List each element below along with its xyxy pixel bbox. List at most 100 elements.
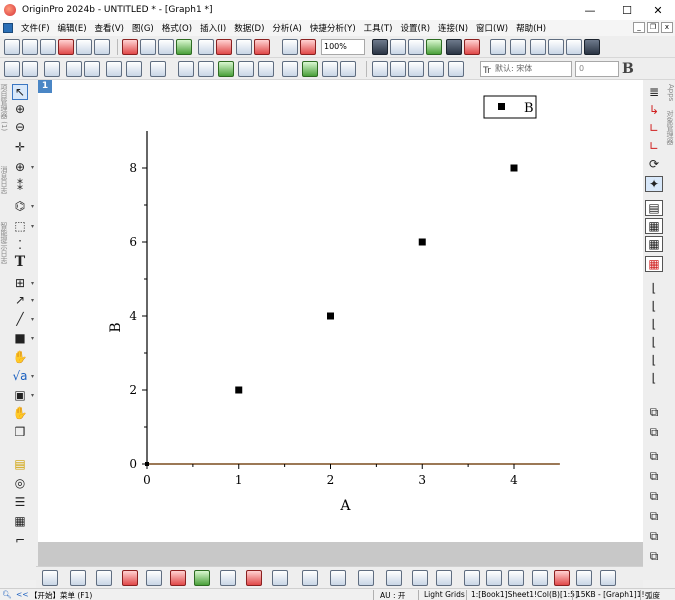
error-bar-plot-icon[interactable] (170, 570, 186, 586)
search-icon[interactable]: 🔍︎ (2, 590, 12, 599)
column-plot-icon[interactable] (122, 570, 138, 586)
swap-mask-icon[interactable] (508, 570, 524, 586)
menu-file[interactable]: 文件(F) (17, 22, 54, 34)
frame-4-icon[interactable]: ⌊ (645, 334, 663, 350)
3d-surface-icon[interactable] (330, 570, 346, 586)
open-icon[interactable] (158, 39, 174, 55)
data-point[interactable] (418, 238, 426, 246)
more-plots-icon[interactable] (600, 570, 616, 586)
font-size-combo[interactable]: 0 (575, 61, 619, 77)
menu-edit[interactable]: 编辑(E) (54, 22, 91, 34)
mdi-minimize-button[interactable]: _ (633, 22, 645, 33)
draw-data-icon[interactable]: ⁚ (12, 237, 28, 253)
legend[interactable]: B (483, 95, 537, 119)
zoom-in-tool-icon[interactable]: ⊕ (12, 101, 28, 117)
copy-page-icon[interactable] (408, 39, 424, 55)
axes-y-icon[interactable]: ∟ (645, 138, 663, 154)
line-plot-icon[interactable] (42, 570, 58, 586)
3d-scatter-icon[interactable] (386, 570, 402, 586)
arrange-4-icon[interactable]: ⧉ (645, 468, 663, 484)
new-layout-icon[interactable] (122, 39, 138, 55)
project-explorer-tab[interactable]: 项目管理器 (1) (0, 84, 9, 131)
menu-graph[interactable]: 图(G) (128, 22, 158, 34)
add-table-icon[interactable] (198, 61, 214, 77)
frame-2-icon[interactable]: ⌊ (645, 298, 663, 314)
stack-layers-icon[interactable]: ≣ (645, 84, 663, 100)
data-point[interactable] (145, 462, 149, 466)
plot-setup-icon[interactable] (302, 61, 318, 77)
script-window-icon[interactable] (584, 39, 600, 55)
arrange-5-icon[interactable]: ⧉ (645, 488, 663, 504)
zoom-out-tool-icon[interactable]: ⊖ (12, 119, 28, 135)
mdi-restore-button[interactable]: ❐ (647, 22, 659, 33)
close-button[interactable]: ✕ (641, 0, 675, 20)
frame-5-icon[interactable]: ⌊ (645, 352, 663, 368)
new-notes-icon[interactable] (140, 39, 156, 55)
scale-tool-icon[interactable]: ✛ (12, 139, 28, 155)
add-date-icon[interactable] (218, 61, 234, 77)
smart-hint-tab[interactable]: 智能提示日志 (0, 222, 9, 264)
new-workbook-icon[interactable] (40, 39, 56, 55)
bold-button[interactable]: B (622, 61, 634, 77)
layout-4-icon[interactable]: ▦ (645, 256, 663, 272)
code-window-icon[interactable] (566, 39, 582, 55)
frame-6-icon[interactable]: ⌊ (645, 370, 663, 386)
menu-format[interactable]: 格式(O) (158, 22, 196, 34)
pointer-tool-icon[interactable]: ↖ (12, 84, 28, 100)
axes-xy-icon[interactable]: ↳ (645, 102, 663, 118)
print-icon[interactable] (372, 39, 388, 55)
layout-3-icon[interactable]: ▦ (645, 236, 663, 252)
scatter-plot[interactable]: 0 1 2 3 4 0 2 4 6 8 A B B (38, 80, 643, 542)
data-point[interactable] (327, 312, 334, 320)
save-project-icon[interactable] (236, 39, 252, 55)
menu-analysis[interactable]: 分析(A) (268, 22, 305, 34)
data-point[interactable] (510, 164, 518, 172)
document-icon[interactable] (3, 23, 13, 33)
arrange-7-icon[interactable]: ⧉ (645, 528, 663, 544)
axes[interactable]: 0 1 2 3 4 0 2 4 6 8 A B (108, 131, 560, 514)
3d-ribbon-icon[interactable] (412, 570, 428, 586)
3d-bar-icon[interactable] (302, 570, 318, 586)
group-icon[interactable] (340, 61, 356, 77)
mask-plot-icon[interactable] (464, 570, 480, 586)
zoom-out-axis-icon[interactable] (84, 61, 100, 77)
unmask-plot-icon[interactable] (486, 570, 502, 586)
stock-plot-icon[interactable] (246, 570, 262, 586)
forward-arrow-icon[interactable] (22, 61, 38, 77)
menu-data[interactable]: 数据(D) (230, 22, 268, 34)
mdi-close-button[interactable]: x (661, 22, 673, 33)
stop-icon[interactable] (300, 39, 316, 55)
command-window-icon[interactable] (464, 39, 480, 55)
horizontal-scale-icon[interactable] (554, 570, 570, 586)
refresh-graph-icon[interactable] (106, 61, 122, 77)
copy-icon[interactable] (390, 61, 406, 77)
vertical-scale-icon[interactable] (532, 570, 548, 586)
menu-help[interactable]: 帮助(H) (512, 22, 550, 34)
import-icon[interactable] (216, 39, 232, 55)
export-graph-icon[interactable] (390, 39, 406, 55)
arrange-1-icon[interactable]: ⧉ (645, 404, 663, 420)
recent-files-icon[interactable] (198, 39, 214, 55)
data-reader-icon[interactable]: ⊕ ▾ (12, 159, 34, 175)
menu-quick-analysis[interactable]: 快捷分析(Y) (306, 22, 360, 34)
data-selector-icon[interactable]: ⌬ ▾ (12, 198, 34, 214)
new-folder-icon[interactable] (22, 39, 38, 55)
menu-view[interactable]: 查看(V) (91, 22, 128, 34)
layer-contents-icon[interactable] (238, 61, 254, 77)
extract-icon[interactable] (282, 61, 298, 77)
text-tool-icon[interactable]: T (12, 254, 28, 270)
undo-icon[interactable] (428, 61, 444, 77)
worksheet-icon[interactable]: ▦ (12, 513, 28, 529)
layer-management-icon[interactable] (322, 61, 338, 77)
regional-selector-icon[interactable]: ⬚ ▾ (12, 218, 34, 234)
polar-plot-icon[interactable] (220, 570, 236, 586)
area-plot-icon[interactable] (194, 570, 210, 586)
3d-wireframe-icon[interactable] (358, 570, 374, 586)
code-builder-icon[interactable] (426, 39, 442, 55)
add-layer-icon[interactable] (150, 61, 166, 77)
layout-2-icon[interactable]: ▦ (645, 218, 663, 234)
rectangle-tool-icon[interactable]: ■ ▾ (12, 330, 34, 346)
contour-plot-icon[interactable] (272, 570, 288, 586)
3d-rotate-icon[interactable]: ❒ (12, 424, 28, 440)
frame-1-icon[interactable]: ⌊ (645, 280, 663, 296)
